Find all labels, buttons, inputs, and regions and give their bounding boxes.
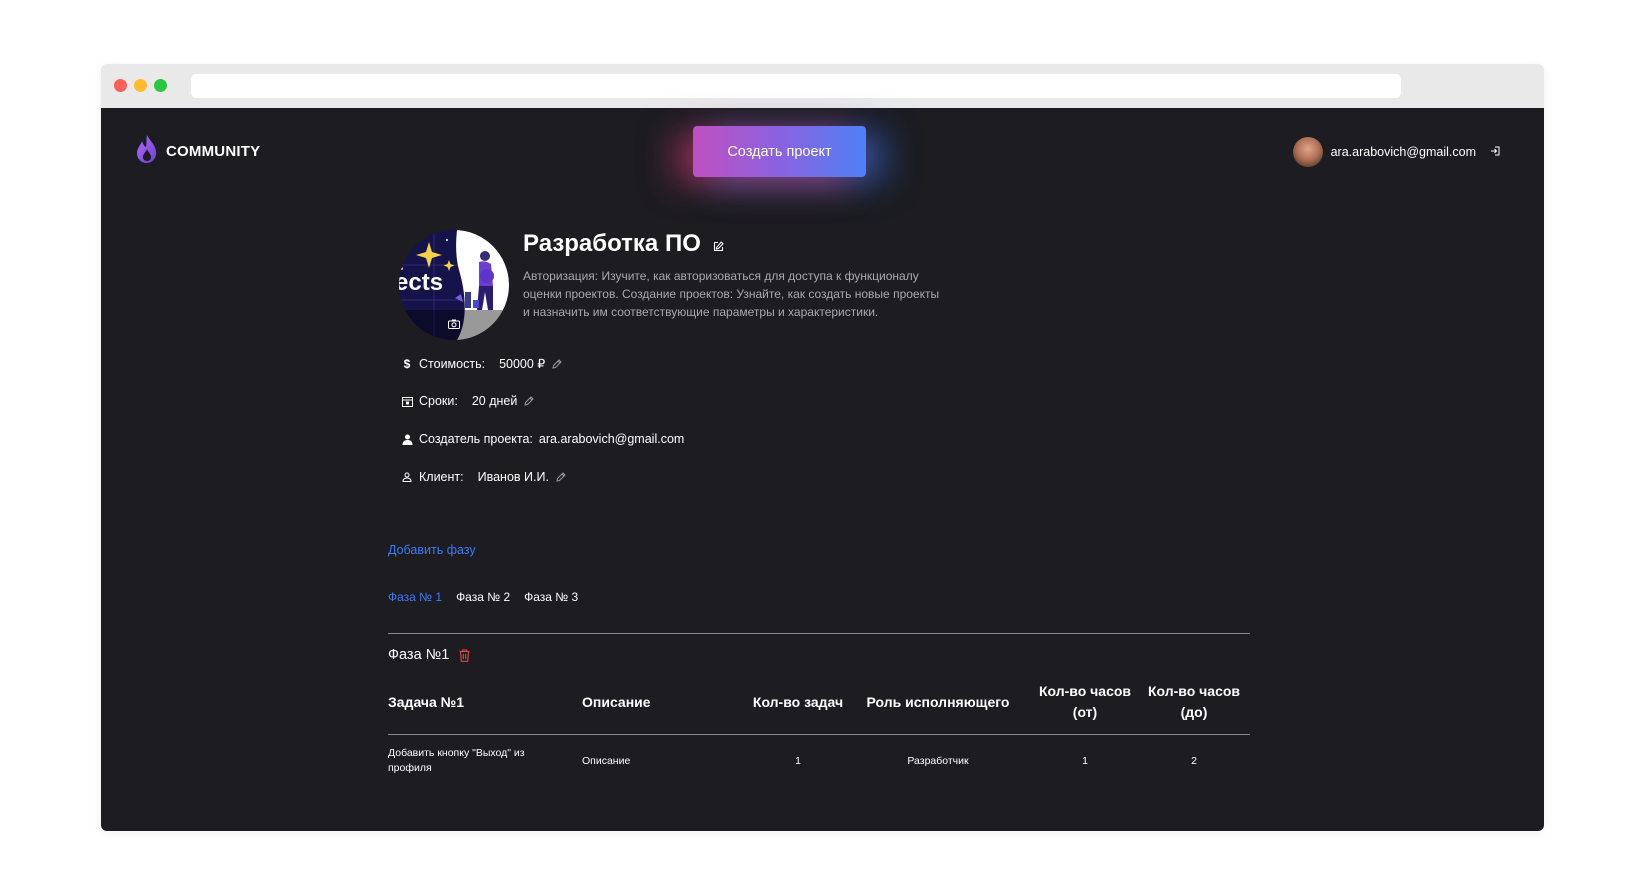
create-project-button[interactable]: Создать проект (693, 126, 866, 177)
address-bar[interactable] (191, 74, 1401, 98)
divider (388, 633, 1250, 634)
phase-tabs: Фаза № 1 Фаза № 2 Фаза № 3 (388, 590, 578, 604)
column-header-hours-to: Кол-во часов (до) (1138, 676, 1250, 735)
user-email: ara.arabovich@gmail.com (1330, 145, 1476, 159)
deadline-value: 20 дней (471, 394, 518, 408)
trash-icon[interactable] (459, 648, 470, 662)
dollar-icon: $ (403, 356, 411, 371)
creator-label: Создатель проекта: (419, 432, 533, 446)
column-header-hours-from: Кол-во часов (от) (1032, 676, 1138, 735)
minimize-window-button[interactable] (134, 79, 147, 92)
column-header-description: Описание (582, 676, 752, 735)
task-name-cell: Добавить кнопку "Выход" из профиля (388, 747, 525, 774)
deadline-row: Сроки: 20 дней (401, 394, 535, 408)
calendar-icon (401, 395, 413, 407)
user-icon (401, 433, 413, 445)
cost-label: Стоимость: (419, 356, 486, 371)
client-icon (401, 471, 413, 483)
tab-phase-1[interactable]: Фаза № 1 (388, 590, 442, 604)
phase-title: Фаза №1 (388, 647, 450, 663)
column-header-role: Роль исполняющего (844, 676, 1032, 735)
hours-to-cell: 2 (1191, 754, 1197, 767)
flame-logo-icon (135, 134, 159, 169)
logout-icon[interactable] (1490, 145, 1500, 159)
tab-phase-3[interactable]: Фаза № 3 (524, 590, 578, 604)
deadline-label: Сроки: (419, 394, 458, 408)
user-menu: ara.arabovich@gmail.com (1292, 137, 1500, 167)
column-header-task: Задача №1 (388, 676, 582, 735)
task-role-cell: Разработчик (907, 754, 969, 767)
project-title: Разработка ПО (523, 230, 701, 257)
task-count-cell: 1 (795, 754, 801, 767)
client-value: Иванов И.И. (477, 470, 549, 484)
creator-row: Создатель проекта: ara.arabovich@gmail.c… (401, 432, 691, 446)
table-header-row: Задача №1 Описание Кол-во задач Роль исп… (388, 676, 1250, 735)
avatar[interactable] (1292, 137, 1323, 167)
tasks-table: Задача №1 Описание Кол-во задач Роль исп… (388, 676, 1250, 787)
browser-window: COMMUNITY Создать проект ara.arabovich@g… (101, 64, 1544, 831)
hours-from-cell: 1 (1082, 754, 1088, 767)
edit-client-pencil-icon[interactable] (556, 472, 566, 482)
column-header-task-count: Кол-во задач (752, 676, 844, 735)
cost-value: 50000 ₽ (499, 357, 546, 371)
cost-row: $ Стоимость: 50000 ₽ (401, 356, 562, 371)
add-phase-link[interactable]: Добавить фазу (388, 543, 476, 557)
project-image-text: ects (399, 269, 443, 296)
app-page: COMMUNITY Создать проект ara.arabovich@g… (101, 108, 1544, 831)
app-name: COMMUNITY (166, 143, 261, 160)
close-window-button[interactable] (114, 79, 127, 92)
task-description-cell: Описание (582, 754, 631, 767)
maximize-window-button[interactable] (154, 79, 167, 92)
tab-phase-2[interactable]: Фаза № 2 (456, 590, 510, 604)
edit-cost-pencil-icon[interactable] (552, 358, 562, 369)
app-logo[interactable]: COMMUNITY (135, 134, 260, 169)
browser-chrome (101, 64, 1544, 108)
project-image[interactable]: t ects (399, 230, 509, 340)
project-title-row: Разработка ПО (523, 230, 724, 258)
phase-header: Фаза №1 (388, 647, 470, 663)
client-label: Клиент: (419, 470, 464, 484)
edit-icon[interactable] (713, 240, 724, 252)
camera-icon[interactable] (448, 319, 460, 329)
client-row: Клиент: Иванов И.И. (401, 470, 566, 484)
table-row[interactable]: Добавить кнопку "Выход" из профиля Описа… (388, 735, 1250, 788)
edit-deadline-pencil-icon[interactable] (524, 396, 535, 406)
creator-value: ara.arabovich@gmail.com (538, 432, 685, 446)
project-description: Авторизация: Изучите, как авторизоваться… (523, 269, 940, 319)
